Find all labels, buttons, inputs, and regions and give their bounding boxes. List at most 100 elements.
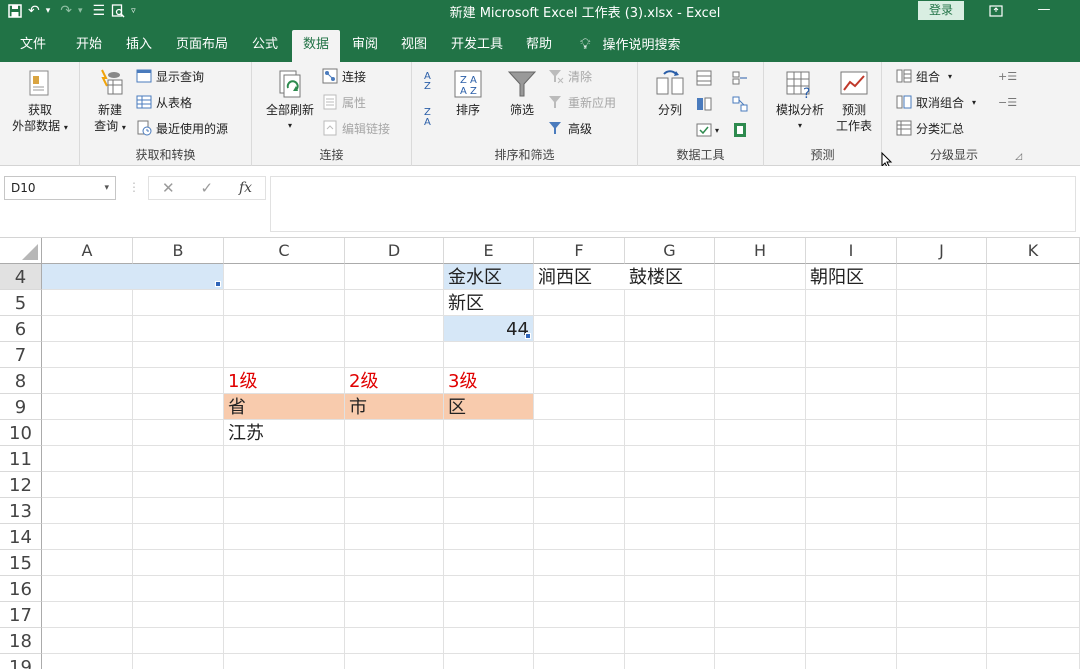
grid-cell[interactable] [42,342,133,368]
grid-cell[interactable] [534,654,625,669]
grid-cell[interactable] [133,498,224,524]
grid-cell[interactable] [444,524,534,550]
grid-cell[interactable] [534,498,625,524]
grid-cell[interactable] [625,420,715,446]
tell-me-search[interactable]: 💡︎ 操作说明搜索 [580,34,681,54]
grid-cell[interactable] [444,602,534,628]
grid-cell[interactable] [897,420,987,446]
recent-sources-button[interactable]: 最近使用的源 [136,118,228,138]
cell-e6[interactable]: 44 [444,316,534,342]
grid-cell[interactable] [897,498,987,524]
grid-cell[interactable] [897,576,987,602]
grid-cell[interactable] [987,524,1080,550]
grid-cell[interactable] [897,342,987,368]
grid-cell[interactable] [987,290,1080,316]
grid-cell[interactable] [715,628,806,654]
tab-review[interactable]: 审阅 [344,32,386,62]
grid-cell[interactable] [345,290,444,316]
grid-cell[interactable] [534,602,625,628]
grid-cell[interactable] [133,446,224,472]
grid-cell[interactable] [987,654,1080,669]
column-header-h[interactable]: H [715,238,806,264]
grid-cell[interactable] [806,420,897,446]
grid-cell[interactable] [625,342,715,368]
row-header-17[interactable]: 17 [0,602,42,628]
grip-icon[interactable]: ⋮ [128,180,140,194]
grid-cell[interactable] [897,368,987,394]
grid-cell[interactable] [715,498,806,524]
row-header-13[interactable]: 13 [0,498,42,524]
grid-cell[interactable] [224,264,345,290]
grid-cell[interactable] [625,290,715,316]
grid-cell[interactable] [345,654,444,669]
grid-cell[interactable] [715,264,806,290]
grid-cell[interactable] [345,602,444,628]
grid-cell[interactable] [625,446,715,472]
cell-d9[interactable]: 市 [345,394,444,420]
grid-cell[interactable] [133,472,224,498]
grid-cell[interactable] [534,446,625,472]
new-query-button[interactable]: 新建 查询 ▾ [86,68,134,136]
cell-d8[interactable]: 2级 [345,368,444,394]
grid-cell[interactable] [715,394,806,420]
show-queries-button[interactable]: 显示查询 [136,66,204,86]
column-header-j[interactable]: J [897,238,987,264]
grid-cell[interactable] [806,576,897,602]
grid-cell[interactable] [806,316,897,342]
grid-cell[interactable] [625,316,715,342]
row-header-18[interactable]: 18 [0,628,42,654]
grid-cell[interactable] [806,446,897,472]
grid-cell[interactable] [534,342,625,368]
tab-help[interactable]: 帮助 [518,32,560,62]
grid-cell[interactable] [806,524,897,550]
grid-cell[interactable] [534,628,625,654]
grid-cell[interactable] [42,394,133,420]
grid-cell[interactable] [806,368,897,394]
grid-cell[interactable] [715,316,806,342]
grid-cell[interactable] [625,654,715,669]
tab-developer[interactable]: 开发工具 [444,32,510,62]
grid-cell[interactable] [897,264,987,290]
cell-e9[interactable]: 区 [444,394,534,420]
grid-cell[interactable] [987,420,1080,446]
grid-cell[interactable] [444,654,534,669]
what-if-analysis-button[interactable]: ? 模拟分析 ▾ [770,68,830,134]
get-external-data-button[interactable]: 获取 外部数据 ▾ [4,68,76,136]
grid-cell[interactable] [42,472,133,498]
row-header-4[interactable]: 4 [0,264,42,290]
grid-cell[interactable] [987,472,1080,498]
grid-cell[interactable] [625,524,715,550]
flash-fill-icon[interactable] [696,68,712,88]
cancel-icon[interactable]: ✕ [162,179,175,197]
grid-cell[interactable] [224,628,345,654]
grid-cell[interactable] [444,446,534,472]
grid-cell[interactable] [133,628,224,654]
grid-cell[interactable] [42,498,133,524]
grid-cell[interactable] [224,342,345,368]
grid-cell[interactable] [897,316,987,342]
tab-data[interactable]: 数据 [292,30,340,62]
grid-cell[interactable] [534,394,625,420]
grid-cell[interactable] [42,368,133,394]
grid-cell[interactable] [987,498,1080,524]
group-button[interactable]: 组合 ▾ [896,66,952,86]
grid-cell[interactable] [224,472,345,498]
grid-cell[interactable] [42,602,133,628]
cell-e4[interactable]: 金水区 [444,264,534,290]
row-header-7[interactable]: 7 [0,342,42,368]
relationships-icon[interactable] [732,94,748,114]
ungroup-button[interactable]: 取消组合 ▾ [896,92,976,112]
grid-cell[interactable] [444,498,534,524]
grid-cell[interactable] [806,550,897,576]
advanced-filter-button[interactable]: 高级 [548,118,592,138]
grid-cell[interactable] [987,264,1080,290]
enter-icon[interactable]: ✓ [200,179,213,197]
grid-cell[interactable] [897,602,987,628]
grid-cell[interactable] [224,446,345,472]
hide-detail-icon[interactable]: −☰ [998,92,1017,112]
grid-cell[interactable] [345,550,444,576]
subtotal-button[interactable]: 分类汇总 [896,118,964,138]
grid-cell[interactable] [444,550,534,576]
grid-cell[interactable] [715,472,806,498]
grid-cell[interactable] [715,602,806,628]
